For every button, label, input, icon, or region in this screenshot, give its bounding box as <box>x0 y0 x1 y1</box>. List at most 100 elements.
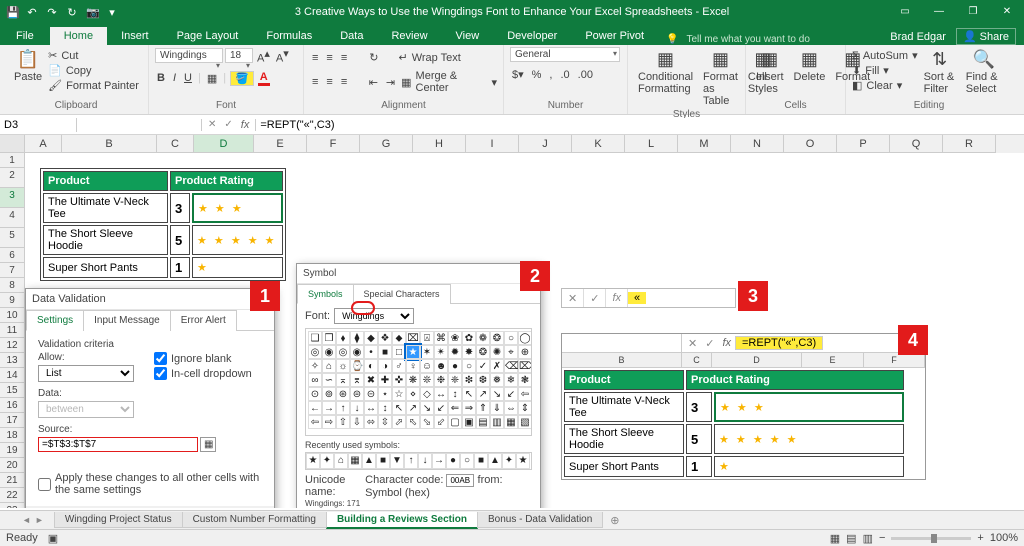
row-18[interactable]: 18 <box>0 428 25 443</box>
confirm-formula-icon[interactable]: ✓ <box>220 119 236 130</box>
grid[interactable]: 1 2 3 4 5 6 7 8 9 10 11 12 13 14 15 16 1… <box>0 153 1024 508</box>
sym-tab-symbols[interactable]: Symbols <box>297 284 354 304</box>
align-right-icon[interactable]: ≡ <box>339 76 349 88</box>
mini-cancel-icon[interactable]: ✕ <box>562 289 584 307</box>
col-H[interactable]: H <box>413 135 466 153</box>
cell2-rating[interactable]: 1 <box>686 456 712 477</box>
dv-ignore-blank[interactable]: Ignore blank <box>154 352 252 365</box>
sheet-prev-icon[interactable]: ◄ <box>20 515 33 525</box>
merge-button[interactable]: ▦Merge & Center▾ <box>401 70 497 94</box>
cell-stars[interactable]: ★ <box>192 257 283 278</box>
cell2-product[interactable]: The Short Sleeve Hoodie <box>564 424 684 454</box>
sheet-2[interactable]: Custom Number Formatting <box>182 512 327 528</box>
row-19[interactable]: 19 <box>0 443 25 458</box>
col-B[interactable]: B <box>62 135 157 153</box>
cell-product[interactable]: Super Short Pants <box>43 257 168 278</box>
insert-cells-button[interactable]: ▦Insert <box>752 47 788 85</box>
cell-product[interactable]: The Ultimate V-Neck Tee <box>43 193 168 223</box>
col-R[interactable]: R <box>943 135 996 153</box>
font-color-button[interactable]: A <box>258 71 270 86</box>
formulas-tab[interactable]: Formulas <box>252 27 326 45</box>
col-N[interactable]: N <box>731 135 784 153</box>
row-22[interactable]: 22 <box>0 488 25 503</box>
cell-rating[interactable]: 1 <box>170 257 190 278</box>
sort-filter-button[interactable]: ⇅Sort & Filter <box>920 47 960 97</box>
cell2-stars[interactable]: ★ ★ ★ ★ ★ <box>714 424 904 454</box>
cut-button[interactable]: ✂Cut <box>48 49 139 62</box>
insert-tab[interactable]: Insert <box>107 27 163 45</box>
close-icon[interactable]: ✕ <box>990 0 1024 23</box>
dv-apply-check[interactable]: Apply these changes to all other cells w… <box>38 472 262 496</box>
row-14[interactable]: 14 <box>0 368 25 383</box>
col-G[interactable]: G <box>360 135 413 153</box>
symbol-grid[interactable]: ❑❒⬧⧫◆❖⬥⌧⍓⌘❀✿❁❂○◯ ◎◉◎◉•■□★✶✴✹✸❂✺⌖⊕ ✧⌂☼⌚◐◑… <box>308 331 529 429</box>
mini-confirm-icon[interactable]: ✓ <box>584 289 606 307</box>
col-Q[interactable]: Q <box>890 135 943 153</box>
col-E[interactable]: E <box>254 135 307 153</box>
font-select[interactable]: Wingdings <box>155 48 223 63</box>
user-name[interactable]: Brad Edgar <box>890 31 946 43</box>
sheet-4[interactable]: Bonus - Data Validation <box>477 512 603 528</box>
view-tab[interactable]: View <box>442 27 494 45</box>
repeat-icon[interactable]: ↻ <box>66 6 78 18</box>
cell2-rating[interactable]: 5 <box>686 424 712 454</box>
review-tab[interactable]: Review <box>377 27 441 45</box>
row-13[interactable]: 13 <box>0 353 25 368</box>
delete-cells-button[interactable]: ▦Delete <box>790 47 830 85</box>
row-7[interactable]: 7 <box>0 263 25 278</box>
sym-code-input[interactable] <box>446 474 474 487</box>
dv-tab-input[interactable]: Input Message <box>83 310 171 331</box>
mini2-confirm-icon[interactable]: ✓ <box>701 337 718 350</box>
minimize-icon[interactable]: — <box>922 0 956 23</box>
find-select-button[interactable]: 🔍Find & Select <box>962 47 1006 97</box>
col-C[interactable]: C <box>157 135 194 153</box>
row-3[interactable]: 3 <box>0 188 25 208</box>
dec-dec-button[interactable]: .00 <box>576 69 595 81</box>
underline-button[interactable]: U <box>182 72 194 84</box>
clear-button[interactable]: ◧Clear▾ <box>852 79 918 92</box>
inc-dec-button[interactable]: .0 <box>558 69 571 81</box>
data-tab[interactable]: Data <box>326 27 377 45</box>
row-8[interactable]: 8 <box>0 278 25 293</box>
name-box[interactable]: D3 <box>0 118 77 132</box>
currency-button[interactable]: $▾ <box>510 68 526 81</box>
save-icon[interactable]: 💾 <box>6 6 18 18</box>
fill-color-button[interactable]: 🪣 <box>230 71 254 86</box>
sheet-next-icon[interactable]: ► <box>33 515 46 525</box>
row-4[interactable]: 4 <box>0 208 25 228</box>
row-15[interactable]: 15 <box>0 383 25 398</box>
select-all[interactable] <box>0 135 25 153</box>
formula-input[interactable]: =REPT("«",C3) <box>256 118 1024 132</box>
zoom-slider[interactable] <box>891 537 971 540</box>
fmt-table-button[interactable]: ▦Format as Table <box>699 47 742 109</box>
col-J[interactable]: J <box>519 135 572 153</box>
bold-button[interactable]: B <box>155 72 167 84</box>
col-L[interactable]: L <box>625 135 678 153</box>
border-button[interactable]: ▦ <box>205 72 219 85</box>
view-pagebreak-icon[interactable]: ▥ <box>863 532 873 545</box>
fill-button[interactable]: ⬇Fill▾ <box>852 64 918 77</box>
sheet-3[interactable]: Building a Reviews Section <box>326 512 478 529</box>
cell-product[interactable]: The Short Sleeve Hoodie <box>43 225 168 255</box>
number-format-select[interactable]: General <box>510 47 620 62</box>
row-23[interactable]: 23 <box>0 503 25 508</box>
font-size-select[interactable]: 18 <box>225 48 253 63</box>
dv-allow-select[interactable]: List <box>38 365 134 382</box>
range-picker-icon[interactable]: ▦ <box>200 437 216 452</box>
tellme-input[interactable]: Tell me what you want to do <box>687 34 810 45</box>
developer-tab[interactable]: Developer <box>493 27 571 45</box>
mini2-fx-icon[interactable]: fx <box>718 337 735 349</box>
col-O[interactable]: O <box>784 135 837 153</box>
cell-stars-selected[interactable]: ★ ★ ★ <box>192 193 283 223</box>
camera-icon[interactable]: 📷 <box>86 6 98 18</box>
wrap-text-button[interactable]: ↵Wrap Text <box>398 51 460 64</box>
align-mid-icon[interactable]: ≡ <box>324 52 334 64</box>
inc-indent-icon[interactable]: ⇥ <box>384 76 397 89</box>
dv-incell-drop[interactable]: In-cell dropdown <box>154 367 252 380</box>
col-K[interactable]: K <box>572 135 625 153</box>
col-I[interactable]: I <box>466 135 519 153</box>
row-12[interactable]: 12 <box>0 338 25 353</box>
redo-icon[interactable]: ↷ <box>46 6 58 18</box>
dv-tab-error[interactable]: Error Alert <box>170 310 237 331</box>
maximize-icon[interactable]: ❐ <box>956 0 990 23</box>
